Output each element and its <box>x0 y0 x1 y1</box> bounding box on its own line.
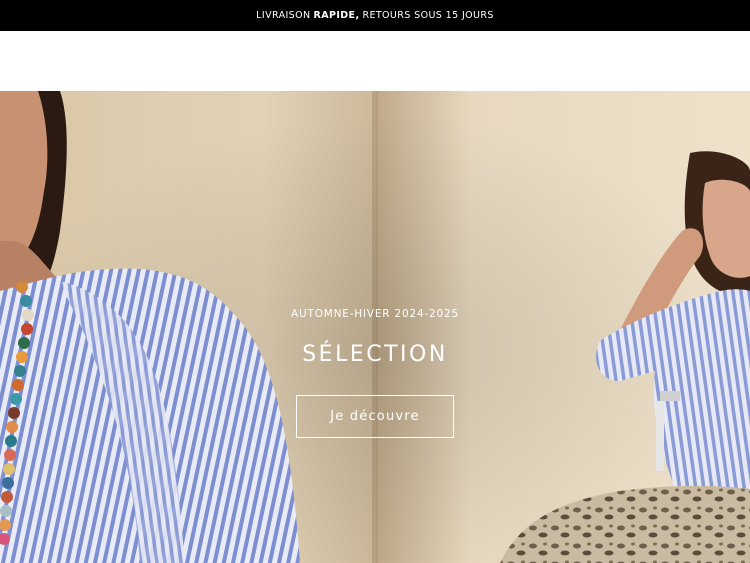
hero-season-label: AUTOMNE-HIVER 2024-2025 <box>291 308 459 320</box>
hero-banner: AUTOMNE-HIVER 2024-2025 SÉLECTION Je déc… <box>0 91 750 563</box>
discover-button[interactable]: Je découvre <box>296 395 454 438</box>
site-header <box>0 31 750 91</box>
announcement-bar: LIVRAISON RAPIDE, RETOURS SOUS 15 JOURS <box>0 0 750 31</box>
announcement-highlight: RAPIDE, <box>313 10 360 21</box>
hero-title: SÉLECTION <box>302 342 448 367</box>
announcement-text: LIVRAISON <box>256 10 311 21</box>
hero-content: AUTOMNE-HIVER 2024-2025 SÉLECTION Je déc… <box>0 91 750 563</box>
announcement-text-rest: RETOURS SOUS 15 JOURS <box>362 10 494 21</box>
